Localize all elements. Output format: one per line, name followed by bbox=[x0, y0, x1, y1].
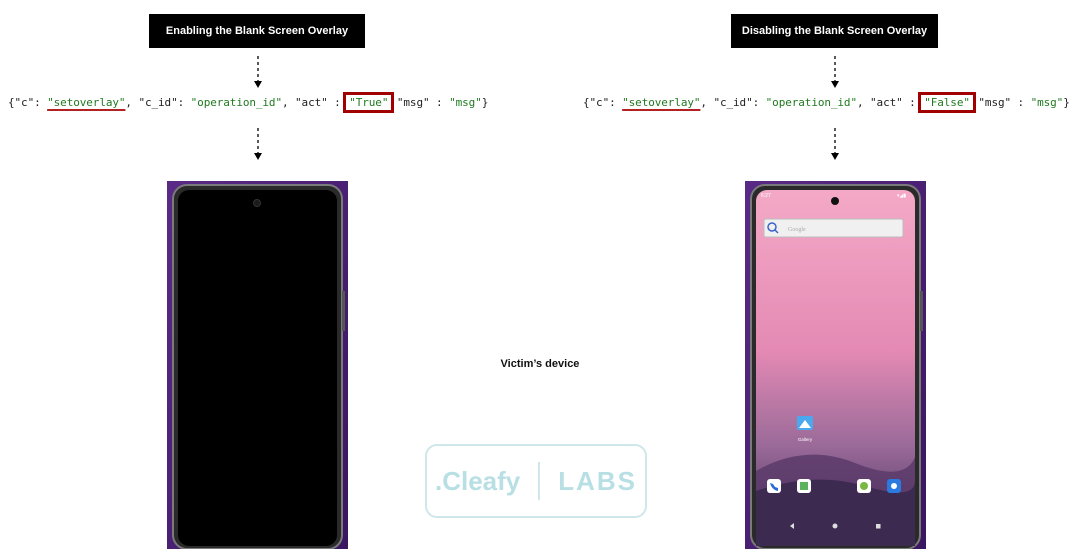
code-text: , "c_id": bbox=[125, 96, 191, 109]
logo-divider bbox=[538, 462, 541, 500]
enable-overlay-title: Enabling the Blank Screen Overlay bbox=[149, 14, 365, 48]
logo-cleafy-text: .Cleafy bbox=[434, 465, 521, 496]
left-arrow-top bbox=[254, 56, 262, 88]
msg-value: "msg" bbox=[449, 96, 482, 109]
victim-device-label: Victim’s device bbox=[500, 358, 580, 370]
code-text: , "act" : bbox=[856, 96, 923, 109]
command-id: "operation_id" bbox=[190, 96, 282, 109]
code-text: "msg" : bbox=[390, 96, 450, 109]
logo-labs-text: LABS bbox=[558, 465, 638, 496]
act-value-false: "False" bbox=[918, 92, 976, 113]
code-text: } bbox=[1063, 96, 1070, 109]
command-name: "setoverlay" bbox=[47, 96, 126, 109]
search-placeholder: Google bbox=[788, 227, 806, 233]
msg-value: "msg" bbox=[1030, 96, 1064, 109]
victim-phone-blank bbox=[167, 181, 348, 549]
command-name: "setoverlay" bbox=[622, 96, 701, 109]
gallery-label: Gallery bbox=[798, 437, 813, 442]
disable-command-json: {"c": "setoverlay", "c_id": "operation_i… bbox=[583, 92, 1070, 113]
disable-overlay-title: Disabling the Blank Screen Overlay bbox=[731, 14, 938, 48]
right-arrow-bottom bbox=[831, 128, 839, 160]
home-nav-icon[interactable] bbox=[832, 523, 838, 529]
victim-phone-homescreen: 6:27 ▾◢▮ Google Gallery bbox=[745, 181, 926, 549]
code-text: } bbox=[481, 96, 489, 109]
code-text: "msg" : bbox=[971, 96, 1031, 109]
cleafy-labs-logo: .Cleafy LABS bbox=[425, 444, 647, 518]
code-text: {"c": bbox=[583, 96, 623, 109]
google-search-bar[interactable] bbox=[763, 218, 904, 238]
left-arrow-bottom bbox=[254, 128, 262, 160]
status-time: 6:27 bbox=[761, 193, 771, 199]
code-text: , "c_id": bbox=[700, 96, 766, 109]
enable-command-json: {"c": "setoverlay", "c_id": "operation_i… bbox=[8, 92, 489, 113]
svg-text:▾◢▮: ▾◢▮ bbox=[897, 193, 906, 199]
code-text: , "act" : bbox=[281, 96, 348, 109]
code-text: {"c": bbox=[8, 96, 48, 109]
recents-nav-icon[interactable] bbox=[876, 524, 881, 529]
act-value-true: "True" bbox=[343, 92, 395, 113]
right-arrow-top bbox=[831, 56, 839, 88]
command-id: "operation_id" bbox=[765, 96, 857, 109]
